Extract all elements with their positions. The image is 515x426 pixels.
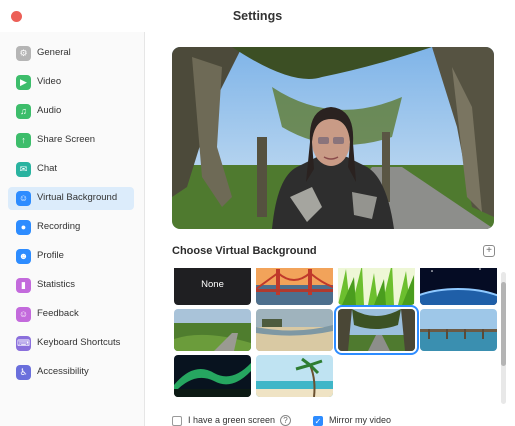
- share-screen-icon: ↑: [16, 133, 31, 148]
- background-thumb-golden-gate-bridge[interactable]: [256, 268, 333, 305]
- sidebar-item-statistics[interactable]: ▮ Statistics: [8, 274, 134, 297]
- mirror-video-option[interactable]: ✓ Mirror my video: [313, 415, 413, 426]
- background-image: [174, 355, 251, 397]
- background-thumb-earth-from-space[interactable]: [420, 268, 497, 305]
- sidebar-item-virtual-background[interactable]: ☺ Virtual Background: [8, 187, 134, 210]
- accessibility-icon: ♿: [16, 365, 31, 380]
- sidebar-item-label: Statistics: [37, 279, 76, 290]
- sidebar-item-feedback[interactable]: ☺ Feedback: [8, 303, 134, 326]
- background-image: [256, 309, 333, 351]
- background-image: [420, 268, 497, 305]
- video-preview-image: [172, 47, 494, 229]
- background-none[interactable]: None: [174, 268, 251, 305]
- gallery-scrollbar[interactable]: [501, 272, 506, 404]
- background-image: [256, 355, 333, 397]
- background-image: [420, 309, 497, 351]
- profile-icon: ☻: [16, 249, 31, 264]
- sidebar-item-label: Profile: [37, 250, 64, 261]
- headphones-icon: ♫: [16, 104, 31, 119]
- background-thumb-grass[interactable]: [338, 268, 415, 305]
- sidebar-item-chat[interactable]: ✉ Chat: [8, 158, 134, 181]
- green-screen-checkbox[interactable]: [172, 416, 182, 426]
- green-screen-option[interactable]: I have a green screen: [172, 415, 282, 426]
- chat-bubble-icon: ✉: [16, 162, 31, 177]
- background-thumb-beach-shore[interactable]: [256, 309, 333, 351]
- sidebar-item-recording[interactable]: ● Recording: [8, 216, 134, 239]
- person-background-icon: ☺: [16, 191, 31, 206]
- sidebar-item-share-screen[interactable]: ↑ Share Screen: [8, 129, 134, 152]
- background-image: [174, 309, 251, 351]
- sidebar-item-label: Keyboard Shortcuts: [37, 337, 121, 348]
- green-screen-label: I have a green screen: [188, 415, 276, 425]
- background-thumb-green-field[interactable]: [174, 309, 251, 351]
- sidebar-item-label: Feedback: [37, 308, 79, 319]
- settings-sidebar: ⚙ General ▶ Video ♫ Audio ↑ Share Screen ✉ Chat ☺ V…: [0, 32, 145, 426]
- background-thumb-palm-beach[interactable]: [256, 355, 333, 397]
- sidebar-item-audio[interactable]: ♫ Audio: [8, 100, 134, 123]
- plus-icon[interactable]: +: [483, 245, 495, 257]
- background-thumb-pier[interactable]: [420, 309, 497, 351]
- background-image: [256, 268, 333, 305]
- sidebar-item-label: General: [37, 47, 71, 58]
- record-icon: ●: [16, 220, 31, 235]
- mirror-video-checkbox[interactable]: ✓: [313, 416, 323, 426]
- video-preview: [172, 47, 494, 229]
- sidebar-item-label: Virtual Background: [37, 192, 118, 203]
- keyboard-icon: ⌨: [16, 336, 31, 351]
- choose-background-title: Choose Virtual Background: [172, 245, 317, 257]
- sidebar-item-label: Audio: [37, 105, 62, 116]
- sidebar-item-video[interactable]: ▶ Video: [8, 71, 134, 94]
- mirror-video-label: Mirror my video: [329, 415, 392, 425]
- window-title: Settings: [232, 9, 283, 23]
- background-gallery: None: [172, 268, 498, 402]
- background-image: [338, 309, 415, 351]
- sidebar-item-label: Chat: [37, 163, 58, 174]
- background-thumb-aurora[interactable]: [174, 355, 251, 397]
- sidebar-item-profile[interactable]: ☻ Profile: [8, 245, 134, 268]
- sidebar-item-label: Recording: [37, 221, 81, 232]
- background-none-label: None: [201, 278, 224, 290]
- sidebar-item-general[interactable]: ⚙ General: [8, 42, 134, 65]
- gear-icon: ⚙: [16, 46, 31, 61]
- background-image: [338, 268, 415, 305]
- statistics-icon: ▮: [16, 278, 31, 293]
- sidebar-item-label: Accessibility: [37, 366, 89, 377]
- sidebar-item-label: Share Screen: [37, 134, 96, 145]
- title-bar: Settings: [0, 0, 515, 32]
- feedback-icon: ☺: [16, 307, 31, 322]
- sidebar-item-label: Video: [37, 76, 62, 87]
- sidebar-item-keyboard-shortcuts[interactable]: ⌨ Keyboard Shortcuts: [8, 332, 134, 355]
- scrollbar-thumb[interactable]: [501, 282, 506, 366]
- sidebar-item-accessibility[interactable]: ♿ Accessibility: [8, 361, 134, 384]
- question-icon[interactable]: ?: [280, 415, 291, 426]
- video-camera-icon: ▶: [16, 75, 31, 90]
- background-thumb-tree-avenue[interactable]: [338, 309, 415, 351]
